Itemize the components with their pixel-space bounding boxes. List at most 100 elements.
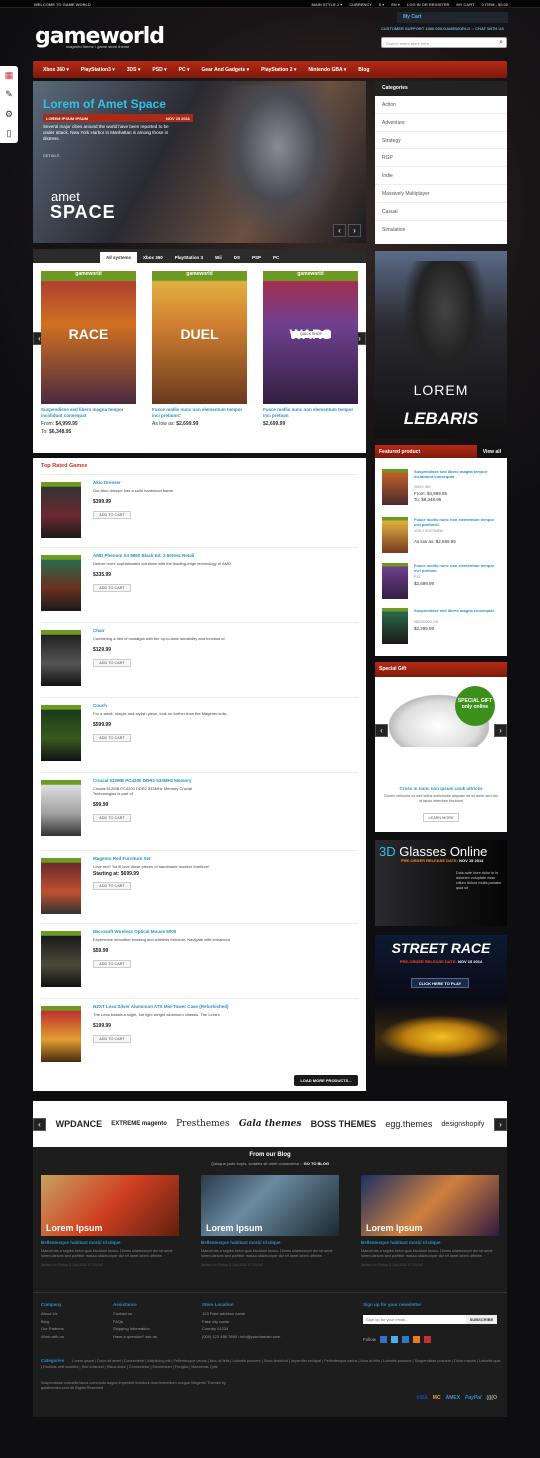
product-name[interactable]: Fusce mollis nunc non elementum tempor i… [263, 407, 358, 419]
product-image[interactable]: gameworld WARS QUICK SHOP [263, 271, 358, 404]
nav-gear-gadgets[interactable]: Gear And Gadgets ▾ [195, 67, 255, 73]
slider-next-button[interactable]: › [348, 224, 361, 237]
featured-item[interactable]: Suspendisse sed libero magna tempor inci… [382, 469, 502, 511]
footer-link-about[interactable]: About Us [41, 1310, 64, 1318]
my-cart-link[interactable]: MY CART [456, 2, 474, 7]
category-strategy[interactable]: Strategy [375, 132, 507, 150]
gift-name[interactable]: Cross in nunc non ipsum couk ultrices [380, 786, 502, 791]
blog-post-image[interactable]: Lorem Ipsum [41, 1175, 179, 1236]
nav-psd[interactable]: PSD ▾ [146, 67, 172, 73]
featured-name[interactable]: Suspendisse sed libero magna consequat [414, 608, 502, 613]
nav-xbox360[interactable]: Xbox 360 ▾ [37, 67, 75, 73]
add-to-cart-button[interactable]: ADD TO CART [93, 659, 131, 667]
subscribe-button[interactable]: SUBSCRIBE [466, 1315, 497, 1324]
rss-icon[interactable] [413, 1336, 421, 1343]
featured-cover[interactable] [382, 608, 408, 644]
featured-cover[interactable] [382, 517, 408, 553]
brand-logo[interactable]: Gala themes [239, 1119, 302, 1129]
product-name[interactable]: Fusce mollis nunc non elementum tempor i… [152, 407, 247, 419]
nav-3ds[interactable]: 3DS ▾ [121, 67, 147, 73]
language-select[interactable]: EN ▾ [391, 2, 400, 7]
category-adventure[interactable]: Adventure [375, 114, 507, 132]
brand-logo[interactable]: BOSS THEMES [311, 1119, 377, 1129]
my-cart-button[interactable]: My Cart [397, 12, 508, 23]
gift-prev-button[interactable]: ‹ [375, 724, 388, 737]
newsletter-email-input[interactable]: Sign up for your email... [363, 1315, 466, 1324]
brand-logo[interactable]: EXTREME magento [111, 1121, 167, 1127]
linkedin-icon[interactable] [402, 1336, 410, 1343]
featured-name[interactable]: Fusce mollis nunc non elementum tempor i… [414, 517, 502, 527]
category-rgp[interactable]: RGP [375, 149, 507, 168]
mobile-icon[interactable]: ▯ [7, 128, 12, 139]
search-icon[interactable]: ⌕ [499, 39, 503, 47]
nav-playstation2[interactable]: PlayStation 2 ▾ [255, 67, 302, 73]
product-name[interactable]: Couch [93, 703, 107, 708]
add-to-cart-button[interactable]: ADD TO CART [93, 584, 131, 592]
facebook-icon[interactable] [380, 1336, 388, 1343]
category-indie[interactable]: Indie [375, 167, 507, 185]
nav-pc[interactable]: PC ▾ [173, 67, 196, 73]
product-cover[interactable] [41, 931, 81, 987]
hero-slider[interactable]: Lorem of Amet Space LOREM IPSUM IPSUM NO… [33, 81, 366, 243]
nav-playstation3[interactable]: PlayStation3 ▾ [75, 67, 121, 73]
tab-wii[interactable]: Wii [209, 252, 228, 263]
search-input[interactable]: Search entire store here [386, 41, 429, 46]
featured-item[interactable]: Suspendisse sed libero magna consequat N… [382, 608, 502, 650]
slide-details-link[interactable]: DETAILS [43, 153, 59, 158]
product-cover[interactable] [41, 630, 81, 686]
footer-link-blog[interactable]: Blog [41, 1318, 64, 1326]
footer-link-contact[interactable]: Contact us [113, 1310, 157, 1318]
featured-name[interactable]: Suspendisse sed libero magna tempor inci… [414, 469, 502, 479]
go-to-blog-link[interactable]: GO TO BLOG [304, 1161, 329, 1166]
blog-post-image[interactable]: Lorem Ipsum [201, 1175, 339, 1236]
product-name[interactable]: Microsoft Wireless Optical Mouse 5000 [93, 929, 176, 934]
tab-all-systems[interactable]: All systems [100, 252, 138, 263]
product-cover[interactable] [41, 858, 81, 914]
product-name[interactable]: AMD Phenom X4 9850 Black Ed. 2.50GHz Ret… [93, 553, 194, 558]
blog-post-title[interactable]: Bellentesque habitant morbi tristique [361, 1240, 499, 1245]
tab-ds[interactable]: DS [228, 252, 246, 263]
search-box[interactable]: Search entire store here ⌕ [381, 37, 507, 48]
nav-blog[interactable]: Blog [352, 67, 375, 73]
footer-category-links[interactable]: Lorem ipsum | Dolor sit amet | Consectet… [41, 1359, 500, 1369]
blog-post-title[interactable]: Bellentesque habitant morbi tristique [201, 1240, 339, 1245]
product-card[interactable]: gameworld WARS QUICK SHOP Fusce mollis n… [263, 271, 358, 427]
featured-cover[interactable] [382, 469, 408, 505]
twitter-icon[interactable] [391, 1336, 399, 1343]
lebaris-banner[interactable]: LOREM LEBARIS [375, 251, 507, 438]
product-cover[interactable] [41, 1006, 81, 1062]
color-picker-icon[interactable]: ▦ [5, 70, 14, 81]
tab-xbox360[interactable]: Xbox 360 [137, 252, 169, 263]
add-to-cart-button[interactable]: ADD TO CART [93, 814, 131, 822]
footer-link-ask[interactable]: Have a question? ask us [113, 1333, 157, 1341]
category-massively-multiplayer[interactable]: Massively Multiplayer [375, 185, 507, 203]
palette-icon[interactable]: ✎ [5, 89, 13, 100]
tab-playstation3[interactable]: PlayStation 3 [169, 252, 209, 263]
featured-item[interactable]: Fusce mollis nunc non elementum tempor i… [382, 563, 502, 605]
product-card[interactable]: gameworld RACE Suspendisse sed libero ma… [41, 271, 136, 435]
slider-prev-button[interactable]: ‹ [333, 224, 346, 237]
product-image[interactable]: gameworld RACE [41, 271, 136, 404]
footer-link-faqs[interactable]: FAQs [113, 1318, 157, 1326]
tab-pc[interactable]: PC [267, 252, 285, 263]
product-image[interactable]: gameworld DUEL [152, 271, 247, 404]
brand-logo[interactable]: Presthemes [176, 1119, 230, 1129]
product-name[interactable]: NZXT Lexa Silver Aluminum ATX Mid-Tower … [93, 1004, 229, 1009]
product-name[interactable]: Suspendisse sed libero magna tempor inci… [41, 407, 136, 419]
youtube-icon[interactable] [424, 1336, 432, 1343]
gift-next-button[interactable]: › [494, 724, 507, 737]
brand-logo[interactable]: designshopify [442, 1121, 485, 1128]
style-switch[interactable]: MAIN STYLE 2 ▾ [312, 2, 343, 7]
add-to-cart-button[interactable]: ADD TO CART [93, 960, 131, 968]
product-cover[interactable] [41, 780, 81, 836]
add-to-cart-button[interactable]: ADD TO CART [93, 882, 131, 890]
3d-glasses-banner[interactable]: 3D Glasses Online PRE-ORDER RELEASE DATE… [375, 840, 507, 926]
category-simulation[interactable]: Simulation [375, 221, 507, 239]
category-action[interactable]: Action [375, 96, 507, 114]
product-cover[interactable] [41, 705, 81, 761]
product-name[interactable]: Chair [93, 628, 105, 633]
nav-nintendo-gba[interactable]: Nintendo GBA ▾ [302, 67, 352, 73]
currency-select[interactable]: $ ▾ [379, 2, 384, 7]
product-name[interactable]: Magento Red Furniture Set [93, 856, 151, 861]
footer-link-shipping[interactable]: Shipping Information [113, 1325, 157, 1333]
